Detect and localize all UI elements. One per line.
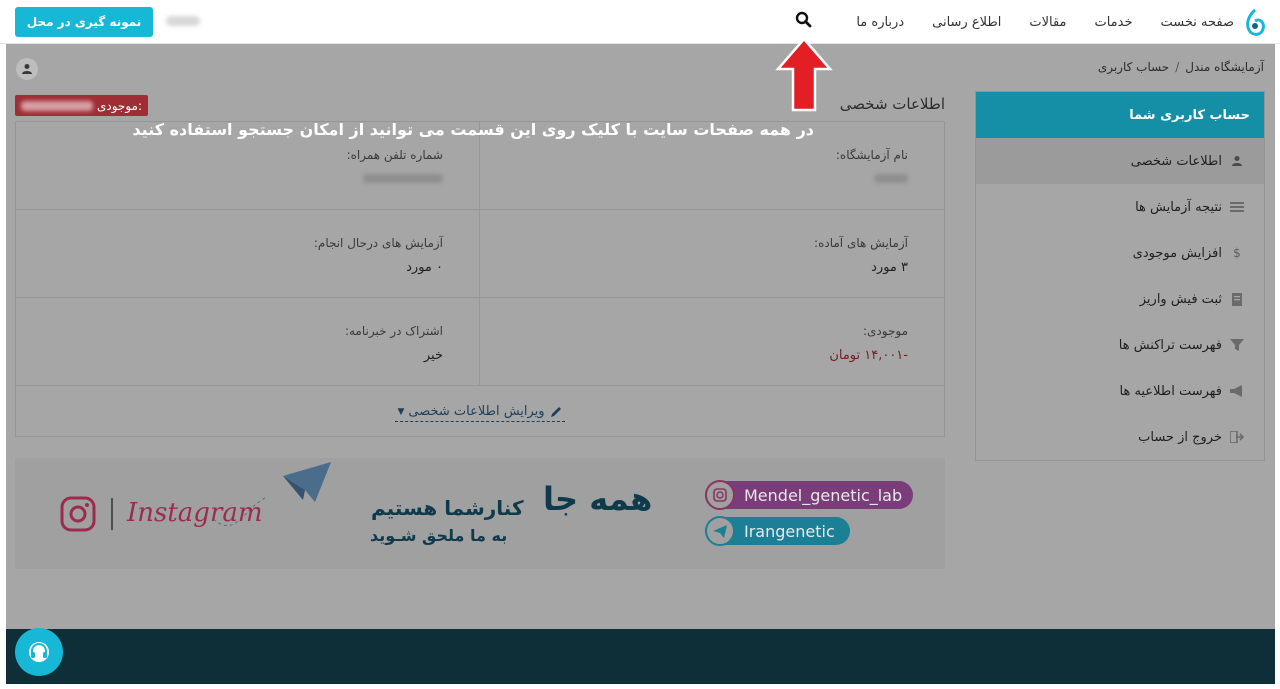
newsletter-value: خیر <box>423 348 443 363</box>
banner-line2: به ما ملحق شـوید <box>370 526 508 545</box>
megaphone-icon <box>1230 384 1244 398</box>
sidebar-item-label: نتیجه آزمایش ها <box>1135 199 1222 215</box>
top-navbar: صفحه نخست خدمات مقالات اطلاع رسانی دربار… <box>0 0 1280 44</box>
breadcrumb-current: حساب کاربری <box>1097 60 1170 74</box>
nav-news[interactable]: اطلاع رسانی <box>932 15 1001 30</box>
banner-headline: همه جا <box>543 480 653 518</box>
main-menu: صفحه نخست خدمات مقالات اطلاع رسانی دربار… <box>856 0 1234 44</box>
footer <box>6 629 1275 684</box>
banner-instagram-handle: Mendel_genetic_lab <box>744 486 903 505</box>
banner-line1: کنارشما هستیم <box>371 496 524 520</box>
social-banner[interactable]: Instagram همه جا کنارشما هستیم به ما ملح… <box>15 458 945 569</box>
sidebar-item-label: ثبت فیش واریز <box>1139 291 1222 307</box>
balance-badge-label: موجودی: <box>97 98 143 113</box>
sidebar-item-increase-balance[interactable]: افزایش موجودی $ <box>976 230 1264 276</box>
sidebar-item-notifications[interactable]: فهرست اطلاعیه ها <box>976 368 1264 414</box>
newsletter-label: اشتراک در خبرنامه: <box>344 324 443 338</box>
sidebar-item-logout[interactable]: خروج از حساب <box>976 414 1264 460</box>
lab-name-blurred <box>874 174 908 183</box>
onsite-sampling-button[interactable]: نمونه گیری در محل <box>15 7 153 37</box>
balance-blurred-value <box>21 100 93 111</box>
sidebar-item-label: خروج از حساب <box>1138 429 1222 445</box>
balance-cell: موجودی: -۱۴,۰۰۱ تومان <box>480 298 944 386</box>
support-chat-button[interactable] <box>15 628 63 676</box>
breadcrumb: آزمایشگاه مندل / حساب کاربری <box>1098 60 1264 74</box>
in-progress-value: ۰ مورد <box>406 260 443 275</box>
lab-name-label: نام آزمایشگاه: <box>835 148 908 162</box>
balance-label: موجودی: <box>862 324 908 338</box>
user-icon <box>1230 154 1244 168</box>
balance-badge: موجودی: <box>15 95 149 116</box>
sidebar-item-test-results[interactable]: نتیجه آزمایش ها <box>976 184 1264 230</box>
username-blurred <box>166 16 200 26</box>
sidebar-item-transactions[interactable]: فهرست تراکنش ها <box>976 322 1264 368</box>
personal-info-card: نام آزمایشگاه: شماره تلفن همراه: آزمایش … <box>15 121 945 437</box>
breadcrumb-separator: / <box>1175 60 1180 74</box>
phone-label: شماره تلفن همراه: <box>346 148 443 162</box>
nav-about[interactable]: درباره ما <box>856 15 904 30</box>
search-tip-annotation: در همه صفحات سایت با کلیک روی این قسمت م… <box>132 120 814 139</box>
sidebar-title: حساب کاربری شما <box>976 92 1264 138</box>
balance-value: -۱۴,۰۰۱ تومان <box>829 348 908 363</box>
dollar-icon: $ <box>1233 246 1241 260</box>
banner-telegram-handle: Irangenetic <box>744 522 835 541</box>
newsletter-cell: اشتراک در خبرنامه: خیر <box>16 298 480 386</box>
sidebar-item-label: فهرست تراکنش ها <box>1118 337 1222 353</box>
in-progress-label: آزمایش های درحال انجام: <box>313 236 443 250</box>
nav-services[interactable]: خدمات <box>1094 15 1132 30</box>
search-icon[interactable] <box>794 10 814 30</box>
section-title: اطلاعات شخصی <box>839 95 945 113</box>
headset-icon <box>29 642 49 662</box>
sidebar-item-personal-info[interactable]: اطلاعات شخصی <box>976 138 1264 184</box>
filter-icon <box>1230 338 1244 352</box>
nav-home[interactable]: صفحه نخست <box>1161 15 1234 30</box>
edit-personal-info-link[interactable]: ویرایش اطلاعات شخصی ▼ <box>395 402 565 422</box>
sidebar-item-label: فهرست اطلاعیه ها <box>1119 383 1222 399</box>
pencil-icon <box>550 406 561 417</box>
ready-tests-value: ۳ مورد <box>871 260 908 275</box>
list-icon <box>1230 200 1244 214</box>
user-icon[interactable] <box>16 58 38 80</box>
in-progress-cell: آزمایش های درحال انجام: ۰ مورد <box>16 210 480 298</box>
info-row: موجودی: -۱۴,۰۰۱ تومان اشتراک در خبرنامه:… <box>16 298 944 386</box>
sidebar-item-label: افزایش موجودی <box>1132 245 1222 261</box>
caret-down-icon: ▼ <box>397 406 405 417</box>
lab-name-value <box>480 172 908 187</box>
info-row: آزمایش های آماده: ۳ مورد آزمایش های درحا… <box>16 210 944 298</box>
sidebar-item-deposit-slip[interactable]: ثبت فیش واریز <box>976 276 1264 322</box>
ready-tests-cell: آزمایش های آماده: ۳ مورد <box>480 210 944 298</box>
account-sidebar: حساب کاربری شما اطلاعات شخصی نتیجه آزمای… <box>975 91 1265 461</box>
sidebar-item-label: اطلاعات شخصی <box>1130 153 1222 169</box>
edit-link-label: ویرایش اطلاعات شخصی <box>408 404 545 419</box>
breadcrumb-home[interactable]: آزمایشگاه مندل <box>1185 60 1264 74</box>
red-arrow-icon <box>775 37 833 112</box>
nav-articles[interactable]: مقالات <box>1029 15 1066 30</box>
lab-logo-icon[interactable] <box>1242 6 1268 38</box>
ready-tests-label: آزمایش های آماده: <box>814 236 908 250</box>
banner-instagram-word: Instagram <box>127 498 263 528</box>
logout-icon <box>1230 430 1244 444</box>
receipt-icon <box>1230 292 1244 306</box>
phone-blurred <box>363 174 443 183</box>
phone-value <box>16 172 443 187</box>
